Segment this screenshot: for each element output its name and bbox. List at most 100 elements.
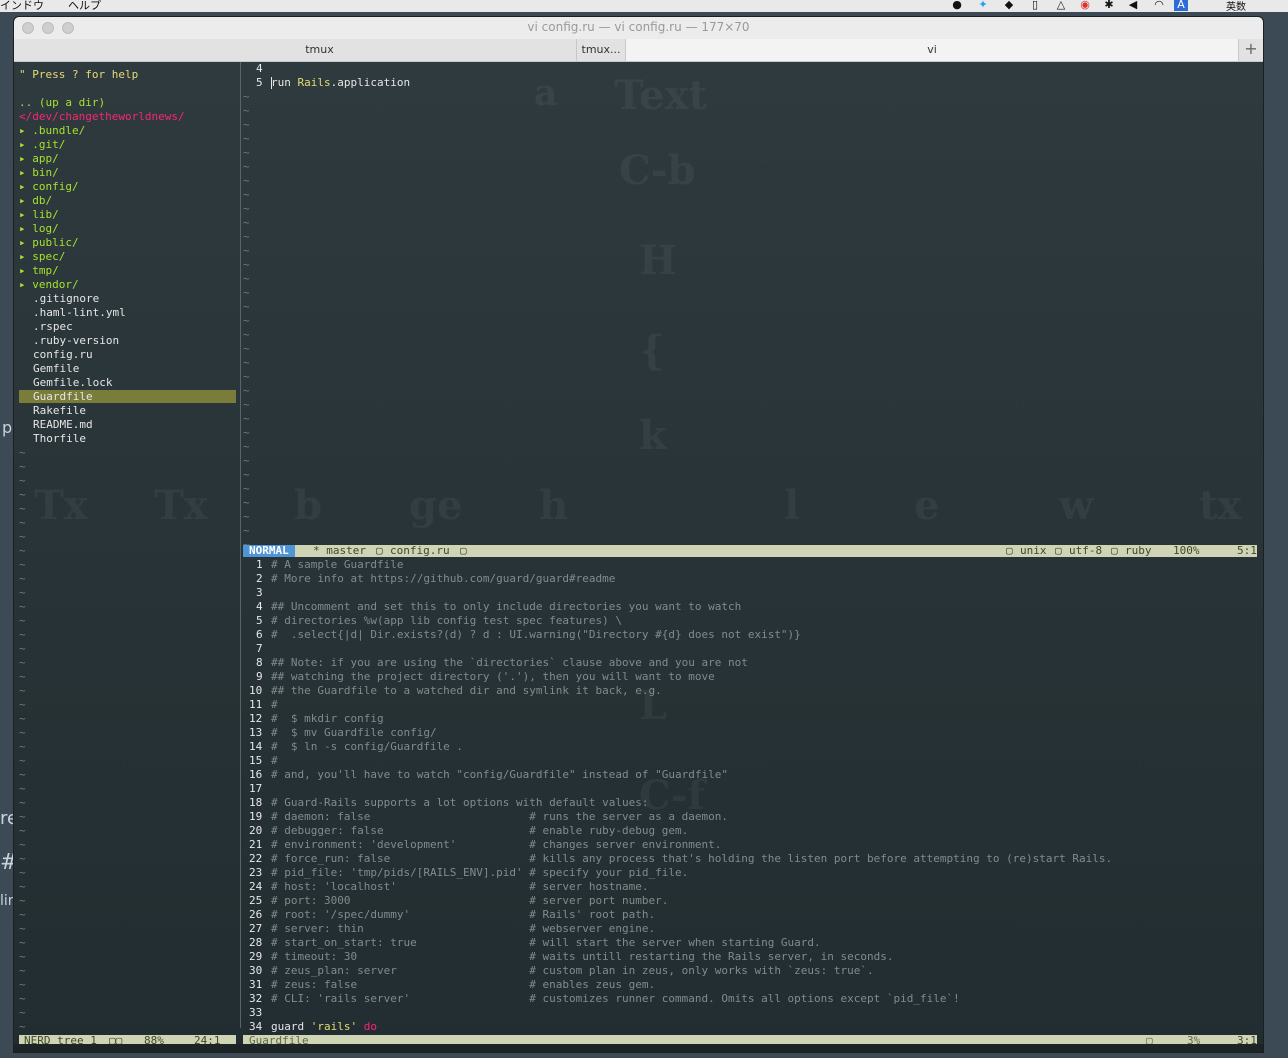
line-number: 16 [249,768,263,781]
line-number: 23 [249,866,263,879]
empty-line-marker: ~ [19,796,26,809]
nerdtree-file-item[interactable]: .haml-lint.yml [33,306,126,320]
empty-line-marker: ~ [243,244,250,257]
empty-line-marker: ~ [19,586,26,599]
nerdtree-file-item[interactable]: .ruby-version [33,334,119,348]
code-line: # pid_file: 'tmp/pids/[RAILS_ENV].pid' #… [271,866,689,879]
nerdtree-file-item[interactable]: Thorfile [33,432,86,446]
nerdtree-dir-item[interactable]: ▸ .bundle/ [19,124,85,138]
empty-line-marker: ~ [19,1020,26,1033]
empty-line-marker: ~ [19,936,26,949]
mode-indicator: NORMAL [243,545,295,557]
record-icon[interactable]: ◉ [1078,0,1092,11]
line-number: 13 [249,726,263,739]
new-tab-button[interactable]: + [1239,39,1263,61]
tab-tmux[interactable]: tmux [14,39,626,61]
code-line: ## Uncomment and set this to only includ… [271,600,742,613]
nerdtree-dir-item[interactable]: ▸ .git/ [19,138,65,152]
empty-line-marker: ~ [19,782,26,795]
code-line: # directories %w(app lib config test spe… [271,614,622,627]
nerdtree-file-item[interactable]: README.md [33,418,93,432]
menu-help[interactable]: ヘルプ [68,0,101,12]
nerdtree-dir-label: lib/ [32,208,59,221]
expand-arrow-icon: ▸ [19,236,33,249]
tab-vi[interactable]: vi [626,39,1239,61]
code-line: # CLI: 'rails server' # customizes runne… [271,992,960,1005]
nerdtree-file-item[interactable]: Gemfile [33,362,79,376]
line-number: 2 [256,572,263,585]
nerdtree-dir-item[interactable]: ▸ log/ [19,222,59,236]
nerdtree-dir-label: log/ [32,222,59,235]
volume-icon[interactable]: ◀ [1126,0,1140,11]
nerdtree-file-item[interactable]: Guardfile [33,390,93,404]
nerdtree-dir-item[interactable]: ▸ lib/ [19,208,59,222]
terminal-content[interactable]: a Text C-b H { k Tx Tx b ge h l e w tx L… [14,62,1263,1052]
empty-line-marker: ~ [19,544,26,557]
empty-line-marker: ~ [243,258,250,271]
empty-line-marker: ~ [243,482,250,495]
line-number: 33 [249,1006,263,1019]
wallpaper-glyph: ge [409,482,463,529]
expand-arrow-icon: ▸ [19,208,33,221]
code-line: # debugger: false # enable ruby-debug ge… [271,824,689,837]
nerdtree-file-item[interactable]: Rakefile [33,404,86,418]
twitter-icon[interactable]: ✦ [976,0,990,11]
wifi-icon[interactable]: ◠ [1152,0,1166,11]
clipboard-icon[interactable]: ▯ [1028,0,1042,11]
input-source-label[interactable]: 英数 (Google [1226,0,1288,12]
expand-arrow-icon: ▸ [19,222,33,235]
drive-icon[interactable]: △ [1054,0,1068,11]
empty-line-marker: ~ [19,488,26,501]
code-line: # zeus: false # enables zeus gem. [271,978,656,991]
nerdtree-file-item[interactable]: Gemfile.lock [33,376,112,390]
input-source-icon[interactable]: A [1174,0,1188,11]
empty-line-marker: ~ [243,90,250,103]
code-line: # daemon: false # runs the server as a d… [271,810,728,823]
line-number: 4 [256,600,263,613]
nerdtree-dir-item[interactable]: ▸ config/ [19,180,79,194]
nerdtree-file-item[interactable]: config.ru [33,348,93,362]
git-branch: * master [313,544,366,557]
nerdtree-file-item[interactable]: .rspec [33,320,73,334]
nerdtree-dir-item[interactable]: ▸ tmp/ [19,264,59,278]
wallpaper-glyph: l [784,482,800,529]
nerdtree-dir-item[interactable]: ▸ app/ [19,152,59,166]
wallpaper-glyph: b [294,482,322,529]
empty-line-marker: ~ [19,698,26,711]
expand-arrow-icon: ▸ [19,180,33,193]
empty-line-marker: ~ [243,468,250,481]
code-line: # environment: 'development' # changes s… [271,838,722,851]
nerdtree-dir-label: .bundle/ [32,124,86,137]
wallpaper-glyph: k [639,412,667,459]
code-line: # Guard-Rails supports a lot options wit… [271,796,649,809]
empty-line-marker: ~ [243,524,250,537]
line-number: 34 [249,1020,263,1033]
nerdtree-file-item[interactable]: .gitignore [33,292,99,306]
bluetooth-icon[interactable]: ✱ [1102,0,1116,11]
empty-line-marker: ~ [19,474,26,487]
line-number: 14 [249,740,263,753]
code-line: # host: 'localhost' # server hostname. [271,880,649,893]
line-number: 9 [256,670,263,683]
dropbox-icon[interactable]: ◆ [1002,0,1016,11]
nerdtree-dir-item[interactable]: ▸ bin/ [19,166,59,180]
menu-window[interactable]: インドウ [0,0,44,12]
empty-line-marker: ~ [19,460,26,473]
code-text: Rails.application [297,76,411,89]
tab-tmux-2[interactable]: tmux... [576,39,626,61]
empty-line-marker: ~ [19,810,26,823]
nerdtree-dir-item[interactable]: ▸ db/ [19,194,52,208]
code-line: # server: thin # webserver engine. [271,922,656,935]
chat-icon[interactable]: ● [950,0,964,11]
nerdtree-dir-item[interactable]: ▸ public/ [19,236,79,250]
nerdtree-dir-item[interactable]: ▸ spec/ [19,250,65,264]
nerdtree-up-dir[interactable]: .. (up a dir) [19,96,105,110]
expand-arrow-icon: ▸ [19,264,33,277]
empty-line-marker: ~ [243,398,250,411]
empty-line-marker: ~ [19,502,26,515]
line-number: 5 [256,614,263,627]
empty-line-marker: ~ [243,370,250,383]
format-icon: ▢ [1006,544,1013,557]
nerdtree-dir-item[interactable]: ▸ vendor/ [19,278,79,292]
line-number: 27 [249,922,263,935]
